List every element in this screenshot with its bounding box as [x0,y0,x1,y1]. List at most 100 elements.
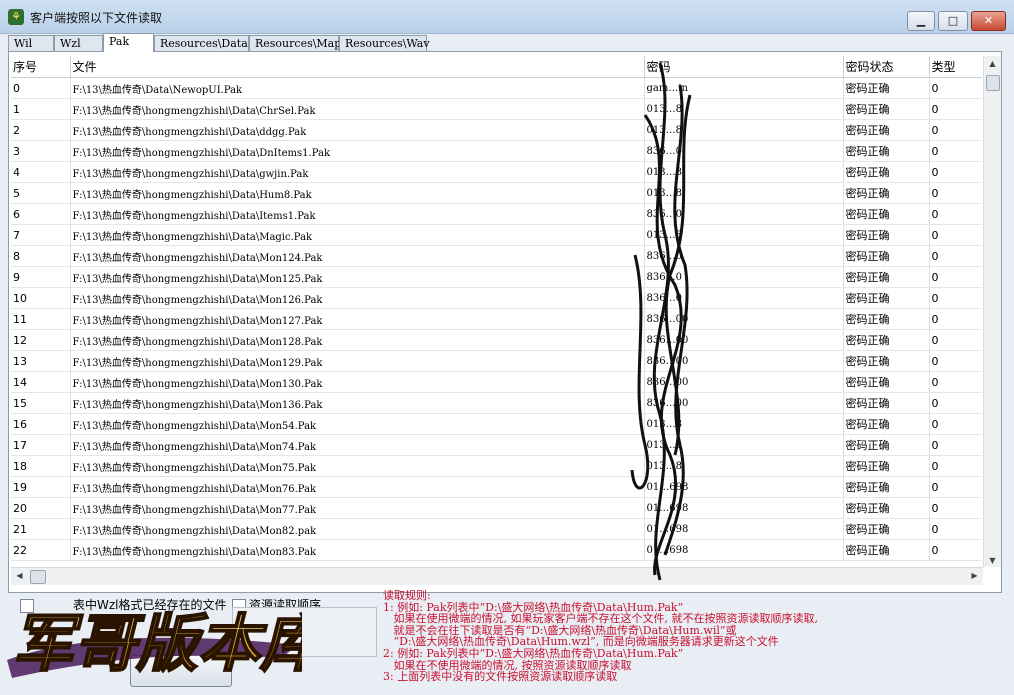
table-row[interactable]: 2 F:\13\热血传奇\hongmengzhishi\Data\ddgg.Pak… [11,119,982,141]
table-row[interactable]: 1 F:\13\热血传奇\hongmengzhishi\Data\ChrSel.P… [11,98,982,120]
row-index-cell: 15 [11,392,71,414]
row-index-cell: 4 [11,161,71,183]
close-button[interactable]: ✕ [971,11,1006,31]
password-status-cell: 密码正确 [843,140,930,162]
app-icon: ⚘ [8,9,24,25]
row-index-cell: 18 [11,455,71,477]
file-path-cell: F:\13\热血传奇\hongmengzhishi\Data\Mon124.Pa… [70,245,645,267]
type-cell: 0 [929,371,982,393]
vertical-scroll-thumb[interactable] [986,75,1000,91]
table-row[interactable]: 18 F:\13\热血传奇\hongmengzhishi\Data\Mon75.P… [11,455,982,477]
type-cell: 0 [929,308,982,330]
rules-line: 读取规则: [383,589,431,602]
password-cell: 836…0 [644,266,844,288]
type-cell: 0 [929,497,982,519]
file-path-cell: F:\13\热血传奇\hongmengzhishi\Data\Mon136.Pa… [70,392,645,414]
table-row[interactable]: 22 F:\13\热血传奇\hongmengzhishi\Data\Mon83.P… [11,539,982,561]
file-path-cell: F:\13\热血传奇\hongmengzhishi\Data\Mon54.Pak [70,413,645,435]
row-index-cell: 13 [11,350,71,372]
maximize-button[interactable]: □ [938,11,968,31]
password-cell: 836…0 [644,203,844,225]
password-cell: 836…00 [644,371,844,393]
row-index-cell: 7 [11,224,71,246]
file-path-cell: F:\13\热血传奇\hongmengzhishi\Data\Mon77.Pak [70,497,645,519]
password-cell: 836…00 [644,350,844,372]
row-index-cell: 17 [11,434,71,456]
type-cell: 0 [929,350,982,372]
row-index-cell: 0 [11,77,71,99]
tab-resources-data[interactable]: Resources\Data [154,35,249,51]
tab-pak[interactable]: Pak [103,33,154,52]
table-row[interactable]: 6 F:\13\热血传奇\hongmengzhishi\Data\Items1.P… [11,203,982,225]
column-header-password[interactable]: 密码 [644,56,844,78]
tab-resources-map[interactable]: Resources\Map [249,35,341,51]
table-row[interactable]: 4 F:\13\热血传奇\hongmengzhishi\Data\gwjin.Pa… [11,161,982,183]
password-cell: 836…0 [644,245,844,267]
horizontal-scroll-thumb[interactable] [30,570,46,584]
row-index-cell: 20 [11,497,71,519]
table-row[interactable]: 19 F:\13\热血传奇\hongmengzhishi\Data\Mon76.P… [11,476,982,498]
tab-wzl[interactable]: Wzl [54,35,103,51]
table-row[interactable]: 11 F:\13\热血传奇\hongmengzhishi\Data\Mon127.… [11,308,982,330]
file-path-cell: F:\13\热血传奇\hongmengzhishi\Data\Mon125.Pa… [70,266,645,288]
column-header-password-status[interactable]: 密码状态 [843,56,930,78]
password-status-cell: 密码正确 [843,539,930,561]
type-cell: 0 [929,161,982,183]
horizontal-scrollbar[interactable]: ◀ ▶ [11,567,983,585]
password-status-cell: 密码正确 [843,287,930,309]
table-row[interactable]: 7 F:\13\热血传奇\hongmengzhishi\Data\Magic.Pa… [11,224,982,246]
table-row[interactable]: 13 F:\13\热血传奇\hongmengzhishi\Data\Mon129.… [11,350,982,372]
column-header-index[interactable]: 序号 [11,56,71,78]
password-status-cell: 密码正确 [843,434,930,456]
table-row[interactable]: 21 F:\13\热血传奇\hongmengzhishi\Data\Mon82.p… [11,518,982,540]
column-header-file[interactable]: 文件 [70,56,645,78]
type-cell: 0 [929,140,982,162]
password-status-cell: 密码正确 [843,245,930,267]
password-status-cell: 密码正确 [843,518,930,540]
table-row[interactable]: 15 F:\13\热血传奇\hongmengzhishi\Data\Mon136.… [11,392,982,414]
table-row[interactable]: 17 F:\13\热血传奇\hongmengzhishi\Data\Mon74.P… [11,434,982,456]
password-status-cell: 密码正确 [843,224,930,246]
scroll-up-icon[interactable]: ▲ [984,59,1001,68]
vertical-scrollbar[interactable]: ▲ ▼ [983,56,1001,567]
column-header-type[interactable]: 类型 [929,56,982,78]
file-path-cell: F:\13\热血传奇\hongmengzhishi\Data\Magic.Pak [70,224,645,246]
password-cell: 013…8 [644,161,844,183]
file-grid[interactable]: 序号 文件 密码 密码状态 类型 0 F:\13\热血传奇\Data\NewopU… [11,56,982,567]
scroll-down-icon[interactable]: ▼ [984,556,1001,565]
table-row[interactable]: 12 F:\13\热血传奇\hongmengzhishi\Data\Mon128.… [11,329,982,351]
row-index-cell: 16 [11,413,71,435]
row-index-cell: 9 [11,266,71,288]
table-row[interactable]: 9 F:\13\热血传奇\hongmengzhishi\Data\Mon125.P… [11,266,982,288]
window-title: 客户端按照以下文件读取 [30,11,163,25]
type-cell: 0 [929,539,982,561]
type-cell: 0 [929,518,982,540]
password-cell: 01…698 [644,518,844,540]
password-status-cell: 密码正确 [843,476,930,498]
logo-text: 军哥版本库 [12,607,302,680]
tab-resources-wav[interactable]: Resources\Wav [339,35,430,51]
rules-line: 3: 上面列表中没有的文件按照资源读取顺序读取 [383,670,618,684]
type-cell: 0 [929,245,982,267]
tab-wil[interactable]: Wil [8,35,54,51]
file-path-cell: F:\13\热血传奇\hongmengzhishi\Data\Items1.Pa… [70,203,645,225]
table-row[interactable]: 3 F:\13\热血传奇\hongmengzhishi\Data\DnItems1… [11,140,982,162]
scroll-right-icon[interactable]: ▶ [966,571,983,580]
scroll-left-icon[interactable]: ◀ [11,571,28,580]
type-cell: 0 [929,413,982,435]
table-row[interactable]: 14 F:\13\热血传奇\hongmengzhishi\Data\Mon130.… [11,371,982,393]
file-path-cell: F:\13\热血传奇\hongmengzhishi\Data\Mon75.Pak [70,455,645,477]
table-row[interactable]: 0 F:\13\热血传奇\Data\NewopUI.Pak gam…in 密码正确 0 [11,77,982,99]
table-row[interactable]: 8 F:\13\热血传奇\hongmengzhishi\Data\Mon124.P… [11,245,982,267]
row-index-cell: 5 [11,182,71,204]
file-path-cell: F:\13\热血传奇\hongmengzhishi\Data\Mon130.Pa… [70,371,645,393]
table-row[interactable]: 16 F:\13\热血传奇\hongmengzhishi\Data\Mon54.P… [11,413,982,435]
table-row[interactable]: 10 F:\13\热血传奇\hongmengzhishi\Data\Mon126.… [11,287,982,309]
minimize-button[interactable]: ▁ [907,11,935,31]
row-index-cell: 22 [11,539,71,561]
table-row[interactable]: 5 F:\13\热血传奇\hongmengzhishi\Data\Hum8.Pak… [11,182,982,204]
table-row[interactable]: 20 F:\13\热血传奇\hongmengzhishi\Data\Mon77.P… [11,497,982,519]
file-path-cell: F:\13\热血传奇\hongmengzhishi\Data\ddgg.Pak [70,119,645,141]
password-cell: gam…in [644,77,844,99]
file-path-cell: F:\13\热血传奇\hongmengzhishi\Data\Mon129.Pa… [70,350,645,372]
